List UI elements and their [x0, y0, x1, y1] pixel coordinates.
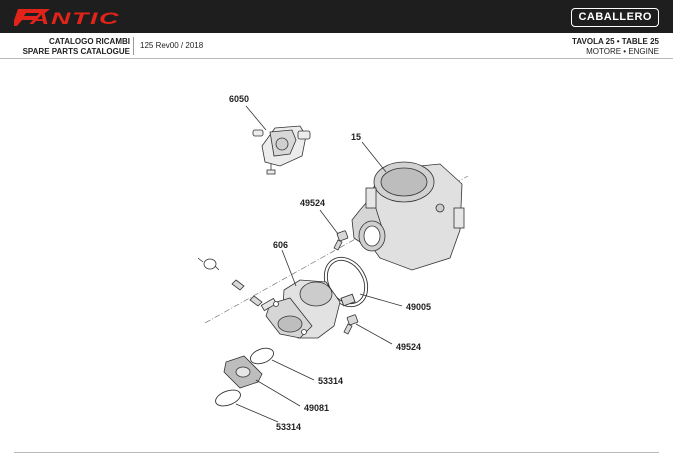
part-label-49524-lower: 49524	[396, 342, 421, 352]
table-title: TAVOLA 25 • TABLE 25	[572, 37, 659, 46]
svg-text:ANTIC: ANTIC	[28, 9, 120, 28]
leader-53314-upper	[271, 359, 315, 381]
leader-6050	[245, 105, 267, 131]
part-6050-drawing	[252, 125, 311, 175]
catalogue-title: CATALOGO RICAMBI SPARE PARTS CATALOGUE	[14, 37, 130, 57]
hose-clip-drawing	[197, 257, 263, 307]
part-15-drawing	[351, 161, 465, 271]
footer-rule	[14, 452, 659, 453]
divider	[133, 37, 134, 55]
part-label-49524-upper: 49524	[300, 198, 325, 208]
catalogue-header-bar: ANTIC CABALLERO	[0, 0, 673, 33]
catalogue-title-en: SPARE PARTS CATALOGUE	[22, 47, 130, 56]
catalogue-title-it: CATALOGO RICAMBI	[48, 37, 130, 46]
edition-label: 125 Rev00 / 2018	[140, 41, 204, 50]
part-53314-upper-drawing	[250, 347, 274, 365]
leader-49005	[359, 293, 403, 307]
catalogue-info-bar: CATALOGO RICAMBI SPARE PARTS CATALOGUE 1…	[0, 33, 673, 59]
leader-606	[281, 249, 297, 287]
part-606-drawing	[260, 279, 341, 339]
leader-49524-upper	[319, 209, 339, 235]
part-49081-drawing	[223, 355, 263, 389]
leader-49524-lower	[355, 323, 393, 345]
part-label-606: 606	[273, 240, 288, 250]
part-label-49005: 49005	[406, 302, 431, 312]
fantic-logo: ANTIC	[14, 9, 120, 28]
table-info: TAVOLA 25 • TABLE 25 MOTORE • ENGINE	[572, 37, 659, 57]
part-label-53314-upper: 53314	[318, 376, 343, 386]
part-label-15: 15	[351, 132, 361, 142]
section-title: MOTORE • ENGINE	[586, 47, 659, 56]
exploded-parts-diagram: 6050 15 49524 606 49005 49524 53314 4908…	[197, 94, 469, 432]
leader-15	[361, 141, 387, 173]
part-label-49081: 49081	[304, 403, 329, 413]
part-53314-lower-drawing	[215, 389, 241, 407]
part-label-6050: 6050	[229, 94, 249, 104]
model-badge: CABALLERO	[571, 8, 659, 27]
part-label-53314-lower: 53314	[276, 422, 301, 432]
leader-53314-lower	[235, 403, 279, 423]
leader-49081	[255, 379, 301, 407]
